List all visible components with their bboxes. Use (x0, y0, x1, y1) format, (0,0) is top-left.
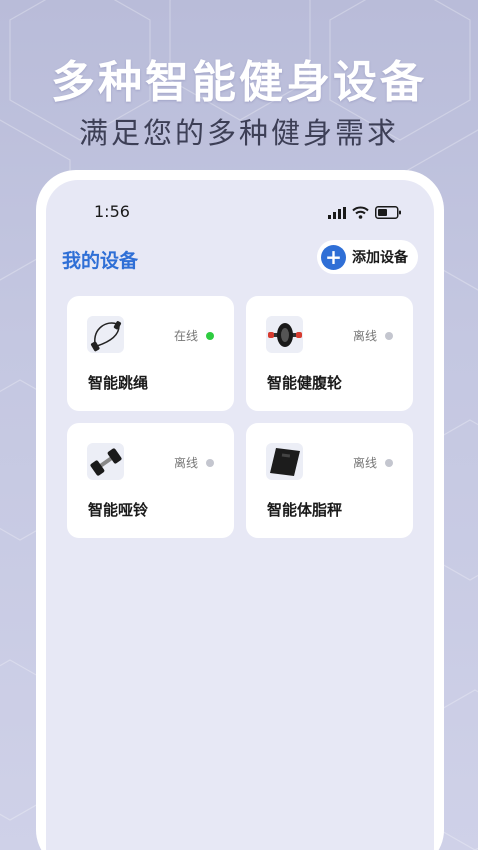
device-name: 智能跳绳 (88, 374, 149, 392)
device-status: 离线 (174, 454, 214, 471)
device-card-dumbbell[interactable]: 离线 智能哑铃 (67, 423, 234, 538)
status-dot-offline (385, 458, 393, 467)
status-icons (328, 204, 402, 223)
plus-icon: + (321, 244, 346, 270)
ab-wheel-icon (266, 316, 303, 353)
device-card-scale[interactable]: 离线 智能体脂秤 (246, 423, 413, 538)
signal-icon (328, 204, 346, 223)
promo-subline: 满足您的多种健身需求 (78, 116, 399, 150)
page-title: 我的设备 (62, 250, 139, 272)
jump-rope-icon (87, 316, 124, 353)
device-name: 智能哑铃 (88, 501, 149, 519)
promo-headline: 多种智能健身设备 (51, 57, 427, 108)
scale-icon (266, 443, 303, 480)
status-bar: 1:56 (46, 202, 434, 222)
device-status: 在线 (174, 327, 214, 344)
dumbbell-icon (87, 443, 124, 480)
status-text: 离线 (352, 456, 377, 470)
status-dot-offline (206, 458, 214, 467)
device-grid: 在线 智能跳绳 离线 智能健腹轮 离线 智能哑铃 离线 智能体脂秤 (67, 296, 413, 538)
status-text: 离线 (173, 456, 198, 470)
status-time: 1:56 (94, 202, 130, 221)
add-device-label: 添加设备 (352, 250, 408, 266)
device-status: 离线 (353, 454, 393, 471)
battery-icon (375, 204, 402, 223)
wifi-icon (352, 204, 369, 223)
status-text: 离线 (352, 329, 377, 343)
device-card-jump-rope[interactable]: 在线 智能跳绳 (67, 296, 234, 411)
app-screen: 1:56 我的设备 + 添加设备 在线 智能跳绳 离线 智能健腹轮 离线 智能哑… (46, 180, 434, 850)
device-card-ab-wheel[interactable]: 离线 智能健腹轮 (246, 296, 413, 411)
status-text: 在线 (173, 329, 198, 343)
status-dot-online (206, 331, 214, 340)
device-name: 智能健腹轮 (267, 374, 343, 392)
device-name: 智能体脂秤 (267, 501, 343, 519)
device-status: 离线 (353, 327, 393, 344)
add-device-button[interactable]: + 添加设备 (317, 240, 418, 274)
status-dot-offline (385, 331, 393, 340)
phone-frame: 1:56 我的设备 + 添加设备 在线 智能跳绳 离线 智能健腹轮 离线 智能哑… (36, 170, 444, 850)
